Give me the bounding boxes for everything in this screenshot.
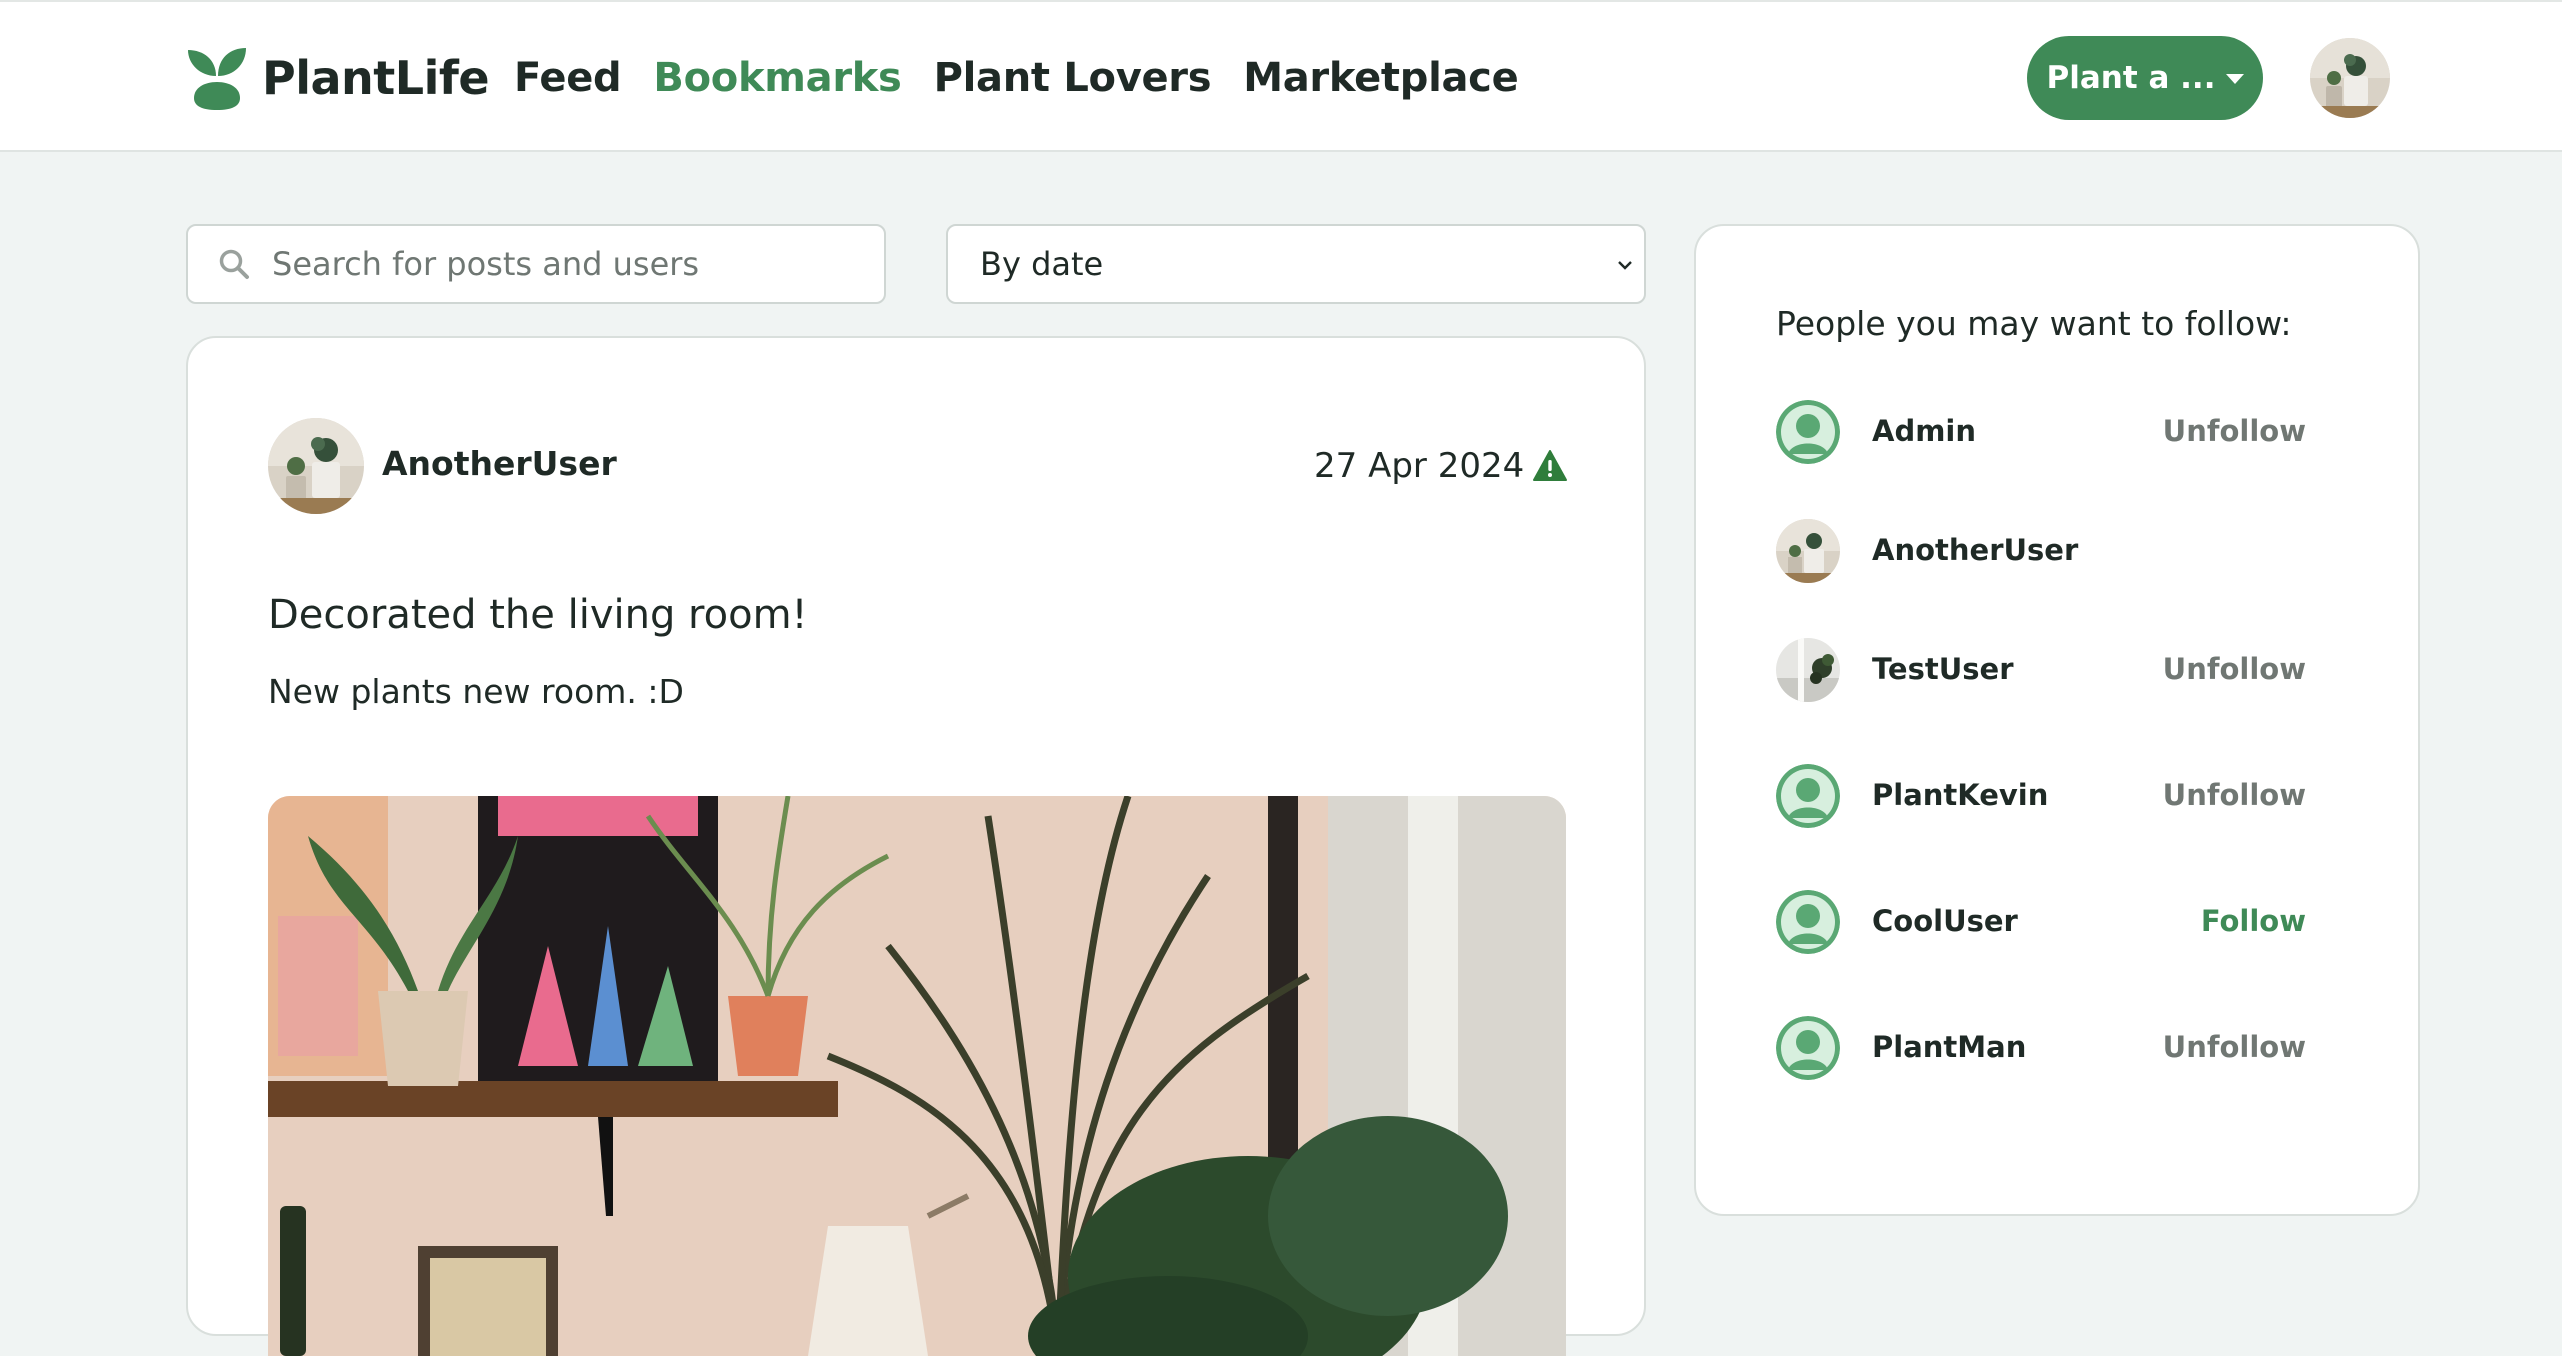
suggestions-heading: People you may want to follow: (1776, 304, 2292, 343)
follow-button[interactable]: Follow (2201, 904, 2306, 938)
nav-marketplace[interactable]: Marketplace (1243, 55, 1518, 101)
report-warning-icon[interactable] (1532, 448, 1568, 484)
nav-bookmarks[interactable]: Bookmarks (653, 55, 901, 101)
caret-down-icon (2225, 74, 2244, 84)
search-input[interactable] (272, 245, 832, 283)
brand[interactable]: PlantLife (186, 44, 490, 112)
unfollow-button[interactable]: Unfollow (2163, 778, 2306, 812)
search-icon (219, 249, 249, 279)
unfollow-button[interactable]: Unfollow (2163, 414, 2306, 448)
suggestion-username[interactable]: AnotherUser (1872, 533, 2078, 567)
nav-feed[interactable]: Feed (514, 55, 622, 101)
search-box (186, 224, 886, 304)
unfollow-button[interactable]: Unfollow (2163, 652, 2306, 686)
post-author-name[interactable]: AnotherUser (382, 444, 617, 483)
main-nav: Feed Bookmarks Plant Lovers Marketplace (514, 50, 1519, 106)
default-avatar-icon[interactable] (1776, 1016, 1840, 1080)
default-avatar-icon[interactable] (1776, 764, 1840, 828)
avatar-photo-icon (2310, 38, 2390, 118)
brand-name: PlantLife (262, 51, 490, 105)
top-navbar: PlantLife Feed Bookmarks Plant Lovers Ma… (0, 0, 2562, 152)
post-image[interactable] (268, 796, 1566, 1356)
suggestion-row: PlantKevin Unfollow (1776, 764, 2306, 828)
post-body: New plants new room. :D (268, 672, 684, 711)
plant-button-label: Plant a ... (2046, 60, 2216, 96)
suggestion-username[interactable]: PlantKevin (1872, 778, 2048, 812)
plant-a-dropdown-button[interactable]: Plant a ... (2027, 36, 2263, 120)
sort-selected-value: By date (980, 245, 1104, 283)
suggestion-username[interactable]: TestUser (1872, 652, 2014, 686)
suggestion-username[interactable]: CoolUser (1872, 904, 2018, 938)
user-avatar[interactable] (2310, 38, 2390, 118)
follow-suggestions-card: People you may want to follow: Admin Unf… (1694, 224, 2420, 1216)
suggestion-row: PlantMan Unfollow (1776, 1016, 2306, 1080)
default-avatar-icon[interactable] (1776, 890, 1840, 954)
suggestion-row: AnotherUser (1776, 519, 2306, 583)
default-avatar-icon[interactable] (1776, 400, 1840, 464)
suggestion-username[interactable]: PlantMan (1872, 1030, 2026, 1064)
post-title: Decorated the living room! (268, 592, 808, 638)
user-photo-avatar[interactable] (1776, 638, 1840, 702)
suggestion-row: CoolUser Follow (1776, 890, 2306, 954)
nav-plant-lovers[interactable]: Plant Lovers (934, 55, 1212, 101)
post-card: AnotherUser 27 Apr 2024 Decorated the li… (186, 336, 1646, 1356)
avatar-photo-icon (268, 418, 364, 514)
suggestion-row: Admin Unfollow (1776, 400, 2306, 464)
post-date: 27 Apr 2024 (1314, 446, 1525, 486)
unfollow-button[interactable]: Unfollow (2163, 1030, 2306, 1064)
post-author-avatar[interactable] (268, 418, 364, 514)
sprout-logo-icon (188, 48, 246, 110)
living-room-plants-photo (268, 796, 1566, 1356)
suggestion-username[interactable]: Admin (1872, 414, 1976, 448)
user-photo-avatar[interactable] (1776, 519, 1840, 583)
sort-select[interactable]: By date (946, 224, 1646, 304)
chevron-down-icon (1618, 261, 1632, 270)
suggestion-row: TestUser Unfollow (1776, 638, 2306, 702)
